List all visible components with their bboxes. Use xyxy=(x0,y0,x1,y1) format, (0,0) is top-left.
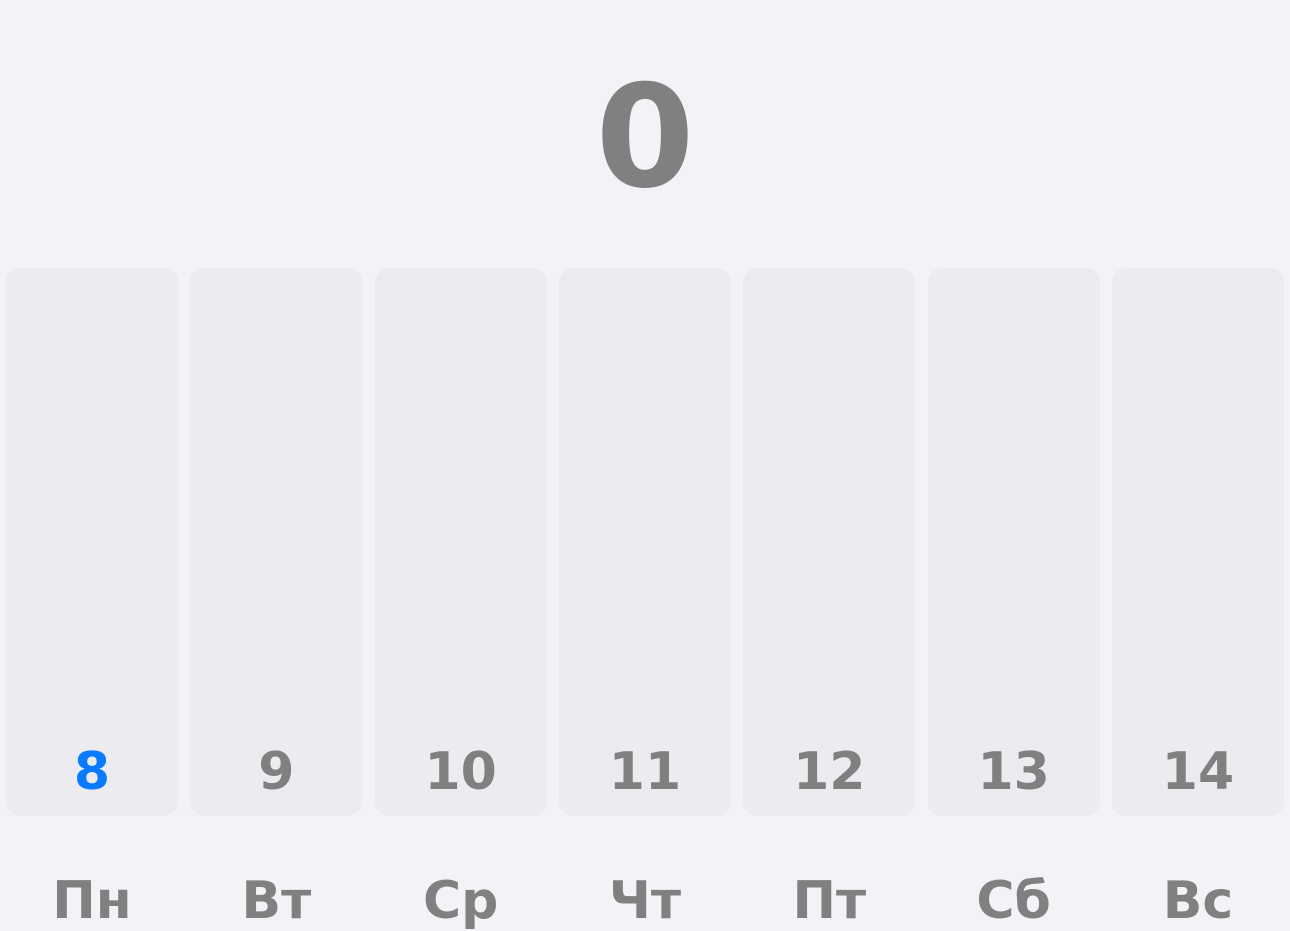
weekday-label-sun: Вс xyxy=(1162,871,1234,931)
day-column-sat[interactable]: 13 xyxy=(927,268,1100,816)
day-column-wed[interactable]: 10 xyxy=(374,268,547,816)
day-column-tue[interactable]: 9 xyxy=(190,268,363,816)
weekday-label-wed: Ср xyxy=(422,871,499,931)
day-column-fri[interactable]: 12 xyxy=(743,268,916,816)
day-number: 13 xyxy=(977,742,1050,802)
day-number: 8 xyxy=(73,742,111,802)
weekday-label-sat: Сб xyxy=(976,871,1051,931)
day-number: 11 xyxy=(608,742,682,802)
day-number: 12 xyxy=(793,742,866,802)
day-number: 10 xyxy=(424,742,497,802)
day-column-thu[interactable]: 11 xyxy=(558,268,731,816)
weekday-label-fri: Пт xyxy=(792,871,867,931)
weekday-label-mon: Пн xyxy=(52,871,132,931)
weekday-labels: Пн Вт Ср Чт Пт Сб Вс xyxy=(6,868,1284,931)
day-column-mon[interactable]: 8 xyxy=(6,268,178,816)
day-number: 9 xyxy=(258,742,295,802)
week-summary-screen: 0 8 9 10 11 12 13 14 Пн Вт Ср Чт Пт Сб В… xyxy=(0,0,1290,931)
weekday-label-tue: Вт xyxy=(241,871,312,931)
weekday-label-thu: Чт xyxy=(608,871,682,931)
total-count: 0 xyxy=(595,55,695,220)
day-column-sun[interactable]: 14 xyxy=(1111,268,1284,816)
day-number: 14 xyxy=(1161,742,1235,802)
day-columns: 8 9 10 11 12 13 14 xyxy=(6,268,1284,816)
